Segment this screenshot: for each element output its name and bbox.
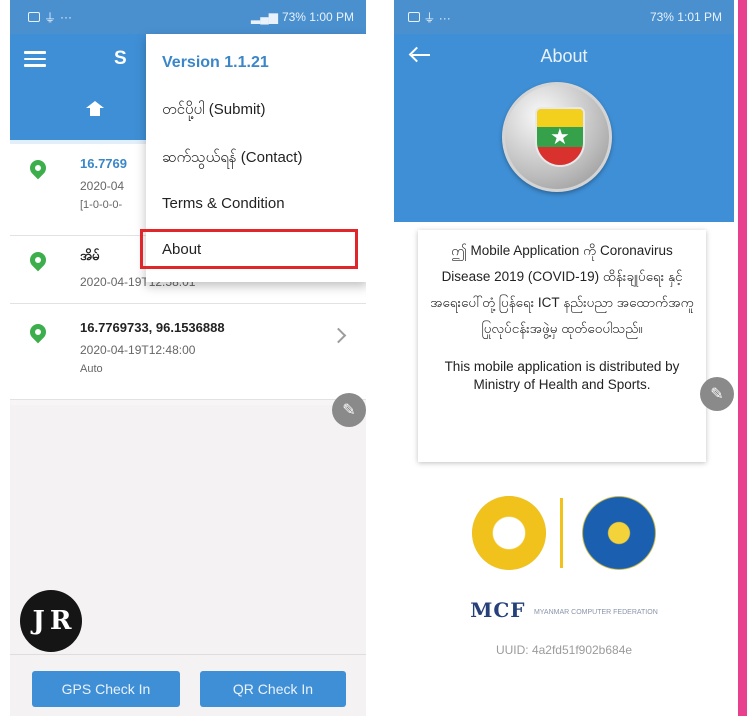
mcf-logo: MCF MYANMAR COMPUTER FEDERATION	[394, 598, 734, 622]
gps-check-in-button[interactable]: GPS Check In	[32, 671, 180, 707]
record-source: Auto	[80, 363, 103, 375]
menu-item-contact[interactable]: ဆက်သွယ်ရန် (Contact)	[162, 148, 302, 170]
signal-icon: ▂▄▆	[250, 10, 278, 24]
location-pin-icon	[26, 248, 50, 272]
status-icons-left: ⏚ ···	[28, 9, 72, 26]
left-phone-screen: ⏚ ··· ▂▄▆ 73% 1:00 PM S 16.7769 2020-04 …	[10, 0, 366, 716]
location-pin-icon	[26, 156, 50, 180]
more-icon: ···	[60, 10, 73, 24]
watermark-logo: J R	[20, 590, 82, 652]
uuid-text: UUID: 4a2fd51f902b684e	[495, 643, 633, 657]
list-item[interactable]: 16.7769733, 96.1536888 2020-04-19T12:48:…	[10, 304, 366, 400]
status-bar: ⏚ ··· ▂▄▆ 73% 1:00 PM	[10, 0, 366, 34]
about-highlight-box	[140, 229, 358, 269]
status-icons-right: ▂▄▆ 73% 1:00 PM	[251, 10, 354, 24]
about-header: About ★	[394, 34, 734, 222]
edit-icon[interactable]: ✎	[332, 393, 366, 427]
menu-item-terms[interactable]: Terms & Condition	[162, 195, 285, 212]
hamburger-icon[interactable]	[24, 51, 46, 67]
menu-item-submit[interactable]: တင်ပို့ပါ (Submit)	[162, 100, 265, 122]
status-icons-left: ⏚ ···	[408, 9, 451, 26]
usb-icon: ⏚	[44, 10, 57, 25]
ministry-seal-logo	[472, 496, 546, 570]
timestamp: 2020-04-19T12:48:00	[80, 343, 196, 357]
status-time: 73% 1:00 PM	[281, 10, 354, 24]
qr-check-in-button[interactable]: QR Check In	[200, 671, 346, 707]
edit-icon[interactable]: ✎	[700, 377, 734, 411]
about-description-mm: ဤ Mobile Application ကို Coronavirus Dis…	[430, 243, 694, 336]
about-description-en: This mobile application is distributed b…	[444, 359, 680, 392]
side-strip	[738, 0, 747, 716]
screenshot-collage: ⏚ ··· ▂▄▆ 73% 1:00 PM S 16.7769 2020-04 …	[0, 0, 747, 716]
status-time: 73% 1:01 PM	[649, 10, 722, 24]
app-emblem-logo: ★	[502, 82, 612, 192]
status-bar: ⏚ ··· 73% 1:01 PM	[394, 0, 734, 34]
partner-logos	[394, 496, 734, 570]
location-pin-icon	[26, 320, 50, 344]
coordinate-text: 16.7769733, 96.1536888	[80, 320, 225, 335]
usb-icon: ⏚	[423, 10, 436, 25]
logo-divider	[560, 498, 563, 568]
ministry-transport-seal-logo	[582, 496, 656, 570]
menu-version: Version 1.1.21	[162, 54, 269, 71]
more-icon: ···	[438, 10, 451, 25]
overflow-menu: Version 1.1.21 တင်ပို့ပါ (Submit) ဆက်သွယ…	[140, 34, 366, 282]
mcf-mark: MCF	[470, 598, 526, 622]
flag-shield-icon: ★	[535, 107, 585, 167]
home-icon[interactable]	[86, 101, 104, 121]
about-card: ဤ Mobile Application ကို Coronavirus Dis…	[418, 230, 706, 462]
mcf-subtitle: MYANMAR COMPUTER FEDERATION	[533, 609, 658, 617]
page-title: About	[540, 46, 588, 66]
right-phone-screen: ⏚ ··· 73% 1:01 PM About ★ ဤ Mobile Appli…	[394, 0, 734, 716]
settings-icon	[408, 11, 420, 22]
app-title: S	[114, 48, 127, 69]
settings-icon	[28, 12, 40, 22]
bottom-action-bar: GPS Check In QR Check In	[10, 654, 366, 716]
watermark-text: J R	[32, 606, 72, 636]
